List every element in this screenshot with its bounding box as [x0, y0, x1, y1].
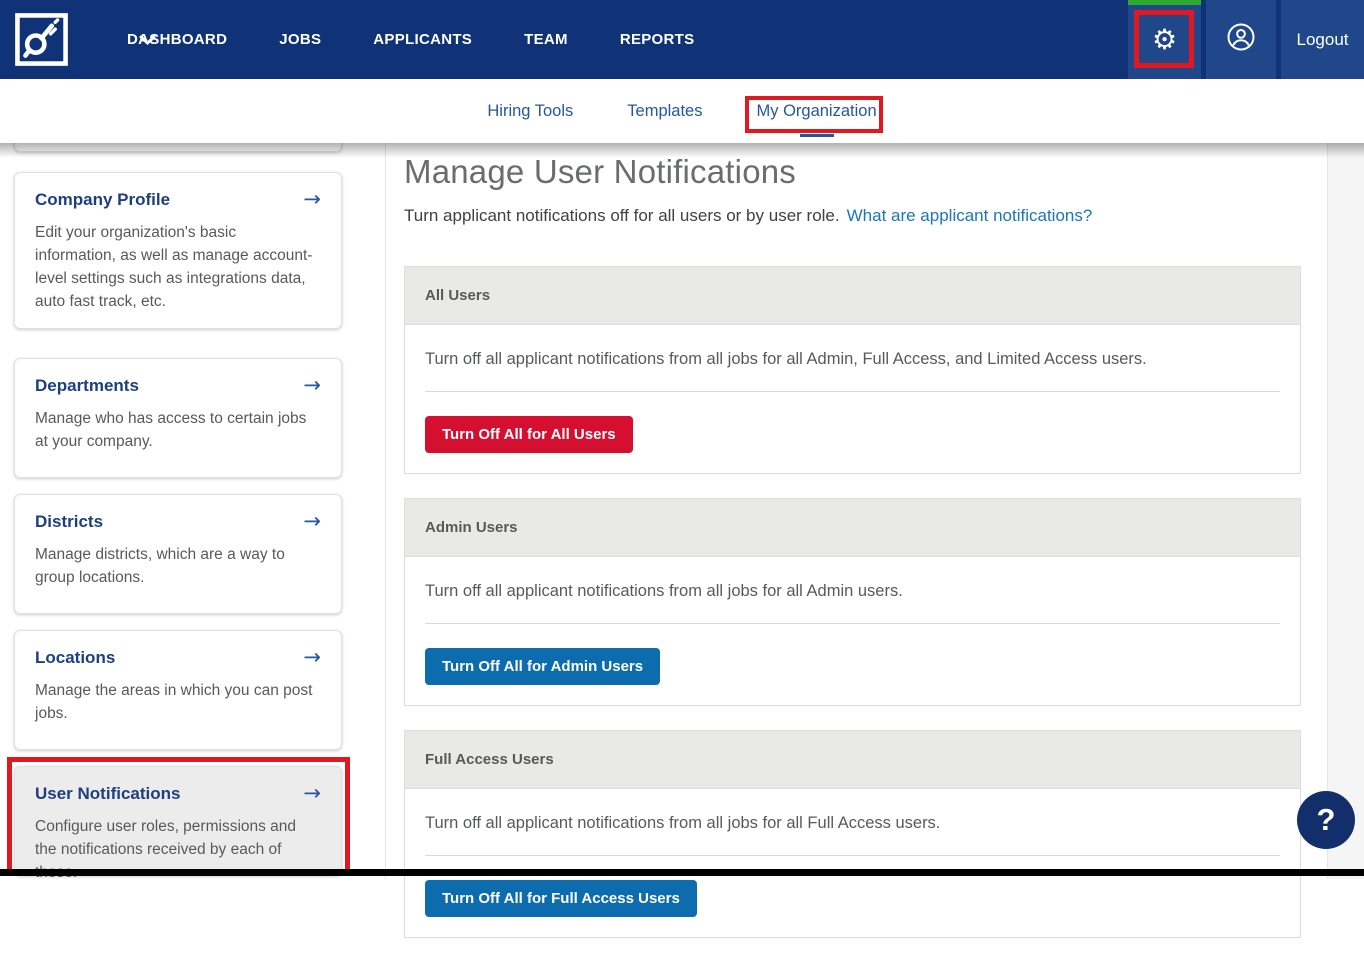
panel-header: Admin Users [405, 499, 1300, 557]
account-button[interactable] [1203, 0, 1276, 79]
primary-menu: DASHBOARD JOBS APPLICANTS TEAM REPORTS [127, 0, 694, 79]
panel-description: Turn off all applicant notifications fro… [425, 577, 1280, 623]
help-button[interactable]: ? [1297, 791, 1355, 849]
page-title: Manage User Notifications [404, 153, 1301, 191]
turn-off-all-for-full-access-users-button[interactable]: Turn Off All for Full Access Users [425, 880, 697, 917]
sidebar-card-user-notifications[interactable]: User Notifications → Configure user role… [14, 766, 342, 876]
card-title: Company Profile [35, 190, 170, 210]
panel-description: Turn off all applicant notifications fro… [425, 345, 1280, 391]
applicant-notifications-help-link[interactable]: What are applicant notifications? [847, 206, 1093, 225]
card-title: Departments [35, 376, 139, 396]
card-title: Locations [35, 648, 115, 668]
card-description: Edit your organization's basic informati… [35, 221, 321, 313]
panel-header: All Users [405, 267, 1300, 325]
card-title: User Notifications [35, 784, 180, 804]
sidebar-content-divider [385, 143, 386, 879]
panel-admin-users: Admin Users Turn off all applicant notif… [404, 498, 1301, 706]
tab-hiring-tools[interactable]: Hiring Tools [487, 102, 573, 121]
sidebar-card-departments[interactable]: Departments → Manage who has access to c… [14, 358, 342, 478]
settings-sub-navigation: Hiring Tools Templates My Organization [0, 79, 1364, 143]
nav-item-applicants[interactable]: APPLICANTS [373, 31, 472, 48]
panel-divider [425, 623, 1280, 624]
top-navigation-bar: DASHBOARD JOBS APPLICANTS TEAM REPORTS ⚙… [0, 0, 1364, 79]
logout-button[interactable]: Logout [1278, 0, 1364, 79]
active-tab-strip [1128, 0, 1201, 5]
main-content: Manage User Notifications Turn applicant… [404, 143, 1301, 962]
sidebar-card-districts[interactable]: Districts → Manage districts, which are … [14, 494, 342, 614]
bottom-black-bar [0, 869, 1364, 876]
panel-divider [425, 855, 1280, 856]
settings-gear-button[interactable]: ⚙ [1128, 0, 1201, 79]
vertical-scrollbar[interactable] [1327, 143, 1364, 879]
account-circle-icon [1226, 22, 1256, 57]
app-logo-icon[interactable] [14, 12, 69, 67]
card-description: Manage districts, which are a way to gro… [35, 543, 321, 589]
nav-item-reports[interactable]: REPORTS [620, 31, 695, 48]
panel-description: Turn off all applicant notifications fro… [425, 809, 1280, 855]
arrow-right-icon: → [303, 783, 321, 804]
arrow-right-icon: → [303, 647, 321, 668]
arrow-right-icon: → [303, 189, 321, 210]
panel-divider [425, 391, 1280, 392]
question-mark-icon: ? [1317, 802, 1336, 838]
intro-text: Turn applicant notifications off for all… [404, 206, 840, 225]
card-title: Districts [35, 512, 103, 532]
panel-all-users: All Users Turn off all applicant notific… [404, 266, 1301, 474]
tab-my-organization[interactable]: My Organization [756, 102, 876, 121]
sidebar-card-locations[interactable]: Locations → Manage the areas in which yo… [14, 630, 342, 750]
panel-header: Full Access Users [405, 731, 1300, 789]
nav-item-team[interactable]: TEAM [524, 31, 568, 48]
turn-off-all-for-admin-users-button[interactable]: Turn Off All for Admin Users [425, 648, 660, 685]
panel-full-access-users: Full Access Users Turn off all applicant… [404, 730, 1301, 938]
sidebar-card-company-profile[interactable]: Company Profile → Edit your organization… [14, 172, 342, 329]
turn-off-all-for-all-users-button[interactable]: Turn Off All for All Users [425, 416, 633, 453]
arrow-right-icon: → [303, 375, 321, 396]
card-description: Manage the areas in which you can post j… [35, 679, 321, 725]
arrow-right-icon: → [303, 511, 321, 532]
gear-icon: ⚙ [1152, 26, 1177, 54]
nav-item-jobs[interactable]: JOBS [279, 31, 321, 48]
nav-item-dashboard[interactable]: DASHBOARD [127, 31, 227, 48]
card-description: Manage who has access to certain jobs at… [35, 407, 321, 453]
tab-templates[interactable]: Templates [627, 102, 702, 121]
